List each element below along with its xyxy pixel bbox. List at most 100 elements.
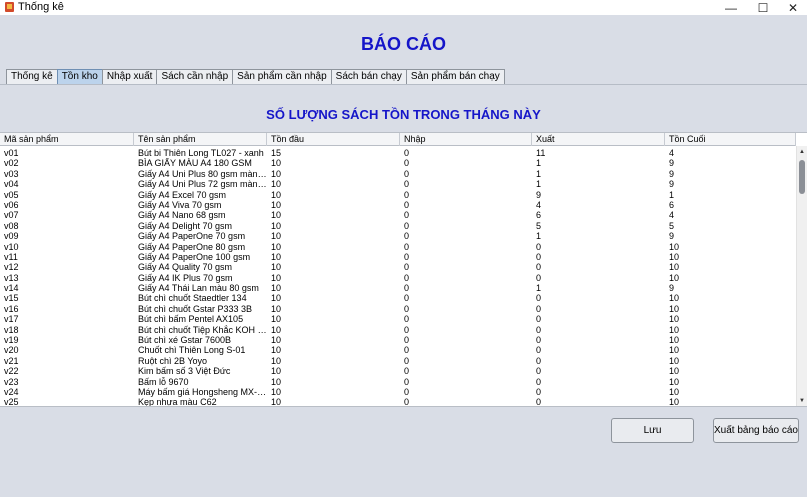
column-header-nhap[interactable]: Nhập [400, 133, 532, 146]
tab-san-pham-can-nhap[interactable]: Sản phẩm cần nhập [232, 69, 332, 84]
cell-product-code: v17 [4, 314, 19, 325]
tab-sach-ban-chay[interactable]: Sách bán chạy [330, 69, 407, 84]
table-row[interactable]: v14 Giấy A4 Thái Lan màu 80 gsm 10 0 1 9 [0, 283, 796, 293]
app-icon [5, 2, 14, 12]
cell-closing-stock: 4 [669, 210, 675, 221]
scroll-thumb[interactable] [799, 160, 805, 194]
window-title: Thống kê [18, 1, 64, 13]
cell-product-name: Bút chì bấm Pentel AX105 [138, 314, 244, 325]
cell-opening-stock: 10 [271, 251, 282, 262]
cell-product-name: Giấy A4 Excel 70 gsm [138, 189, 227, 200]
tab-thong-ke[interactable]: Thống kê [6, 69, 58, 84]
cell-import: 0 [404, 303, 410, 314]
table-row[interactable]: v04 Giấy A4 Uni Plus 72 gsm màng co 10 0 1 9 [0, 179, 796, 189]
cell-closing-stock: 9 [669, 168, 675, 179]
cell-product-name: Giấy A4 Quality 70 gsm [138, 262, 233, 273]
cell-product-code: v20 [4, 345, 19, 356]
table-row[interactable]: v03 Giấy A4 Uni Plus 80 gsm màng co 10 0 1 9 [0, 169, 796, 179]
table-row[interactable]: v16 Bút chì chuốt Gstar P333 3B 10 0 0 10 [0, 304, 796, 314]
table-row[interactable]: v02 BÌA GIẤY MÀU A4 180 GSM 10 0 1 9 [0, 158, 796, 168]
maximize-icon[interactable]: ☐ [748, 0, 778, 15]
table-row[interactable]: v09 Giấy A4 PaperOne 70 gsm 10 0 1 9 [0, 231, 796, 241]
cell-opening-stock: 10 [271, 231, 282, 242]
cell-product-name: Bút chì chuốt Gstar P333 3B [138, 303, 253, 314]
cell-opening-stock: 10 [271, 168, 282, 179]
cell-opening-stock: 10 [271, 376, 282, 387]
scroll-up-icon[interactable]: ▲ [797, 147, 807, 157]
table-row[interactable]: v17 Bút chì bấm Pentel AX105 10 0 0 10 [0, 314, 796, 324]
cell-opening-stock: 10 [271, 199, 282, 210]
cell-export: 0 [536, 345, 542, 356]
cell-product-name: Giấy A4 Uni Plus 80 gsm màng co [138, 168, 267, 179]
cell-export: 0 [536, 241, 542, 252]
save-button[interactable]: Lưu [611, 418, 694, 443]
table-row[interactable]: v15 Bút chì chuốt Staedtler 134 10 0 0 10 [0, 293, 796, 303]
cell-import: 0 [404, 324, 410, 335]
column-header-xuat[interactable]: Xuất [532, 133, 665, 146]
table-row[interactable]: v06 Giấy A4 Viva 70 gsm 10 0 4 6 [0, 200, 796, 210]
table-row[interactable]: v21 Ruột chì 2B Yoyo 10 0 0 10 [0, 356, 796, 366]
cell-import: 0 [404, 314, 410, 325]
column-header-ton-dau[interactable]: Tồn đầu [267, 133, 400, 146]
cell-product-code: v09 [4, 231, 19, 242]
cell-export: 0 [536, 324, 542, 335]
cell-product-name: Bút chì chuốt Staedtler 134 [138, 293, 247, 304]
export-report-button[interactable]: Xuất bảng báo cáo [713, 418, 799, 443]
column-header-ton-cuoi[interactable]: Tồn Cuối [665, 133, 796, 146]
table-row[interactable]: v18 Bút chì chuốt Tiệp Khắc KOH 2B,4B,...… [0, 325, 796, 335]
table-row[interactable]: v01 Bút bi Thiên Long TL027 - xanh 15 0 11 4 [0, 148, 796, 158]
cell-export: 1 [536, 168, 542, 179]
cell-opening-stock: 10 [271, 303, 282, 314]
table-row[interactable]: v13 Giấy A4 IK Plus 70 gsm 10 0 0 10 [0, 273, 796, 283]
cell-opening-stock: 10 [271, 272, 282, 283]
cell-import: 0 [404, 335, 410, 346]
table-row[interactable]: v19 Bút chì xé Gstar 7600B 10 0 0 10 [0, 335, 796, 345]
cell-product-name: Ruột chì 2B Yoyo [138, 355, 208, 366]
cell-closing-stock: 10 [669, 251, 680, 262]
cell-product-name: Bút bi Thiên Long TL027 - xanh [138, 148, 264, 158]
table-row[interactable]: v07 Giấy A4 Nano 68 gsm 10 0 6 4 [0, 210, 796, 220]
cell-closing-stock: 10 [669, 355, 680, 366]
minimize-icon[interactable]: — [716, 0, 746, 15]
cell-product-name: Chuốt chì Thiên Long S-01 [138, 345, 246, 356]
table-row[interactable]: v11 Giấy A4 PaperOne 100 gsm 10 0 0 10 [0, 252, 796, 262]
tab-san-pham-ban-chay[interactable]: Sản phẩm bán chạy [405, 69, 505, 84]
tab-ton-kho[interactable]: Tồn kho [56, 69, 103, 84]
table-row[interactable]: v20 Chuốt chì Thiên Long S-01 10 0 0 10 [0, 345, 796, 355]
cell-product-code: v21 [4, 355, 19, 366]
table-row[interactable]: v24 Máy bấm giá Hongsheng MX-5500E... 10 0 0… [0, 387, 796, 397]
cell-import: 0 [404, 168, 410, 179]
tab-nhap-xuat[interactable]: Nhập xuất [101, 69, 158, 84]
cell-product-name: BÌA GIẤY MÀU A4 180 GSM [138, 158, 252, 169]
cell-product-name: Giấy A4 IK Plus 70 gsm [138, 272, 233, 283]
cell-opening-stock: 10 [271, 210, 282, 221]
table-row[interactable]: v23 Bấm lỗ 9670 10 0 0 10 [0, 377, 796, 387]
table-row[interactable]: v25 Kẹp nhựa màu C62 10 0 0 10 [0, 397, 796, 407]
tab-sach-can-nhap[interactable]: Sách cần nhập [156, 69, 234, 84]
cell-product-name: Giấy A4 PaperOne 80 gsm [138, 241, 246, 252]
cell-export: 0 [536, 355, 542, 366]
cell-product-name: Kẹp nhựa màu C62 [138, 397, 217, 407]
inventory-table: Mã sản phẩm Tên sản phẩm Tồn đầu Nhập Xu… [0, 132, 807, 407]
table-row[interactable]: v08 Giấy A4 Delight 70 gsm 10 0 5 5 [0, 221, 796, 231]
scroll-down-icon[interactable]: ▼ [797, 396, 807, 406]
table-row[interactable]: v12 Giấy A4 Quality 70 gsm 10 0 0 10 [0, 262, 796, 272]
cell-closing-stock: 10 [669, 386, 680, 397]
column-header-ma-san-pham[interactable]: Mã sản phẩm [0, 133, 134, 146]
vertical-scrollbar[interactable]: ▲ ▼ [796, 146, 807, 406]
cell-product-name: Giấy A4 PaperOne 100 gsm [138, 251, 251, 262]
cell-closing-stock: 10 [669, 262, 680, 273]
column-header-ten-san-pham[interactable]: Tên sản phẩm [134, 133, 267, 146]
cell-import: 0 [404, 158, 410, 169]
close-icon[interactable]: ✕ [778, 0, 807, 15]
cell-opening-stock: 10 [271, 262, 282, 273]
cell-closing-stock: 10 [669, 376, 680, 387]
table-row[interactable]: v05 Giấy A4 Excel 70 gsm 10 0 9 1 [0, 190, 796, 200]
cell-closing-stock: 1 [669, 189, 675, 200]
cell-product-name: Giấy A4 Viva 70 gsm [138, 199, 222, 210]
page-title: BÁO CÁO [361, 34, 446, 54]
cell-closing-stock: 10 [669, 397, 680, 407]
table-row[interactable]: v10 Giấy A4 PaperOne 80 gsm 10 0 0 10 [0, 242, 796, 252]
table-row[interactable]: v22 Kim bấm số 3 Việt Đức 10 0 0 10 [0, 366, 796, 376]
cell-closing-stock: 10 [669, 241, 680, 252]
